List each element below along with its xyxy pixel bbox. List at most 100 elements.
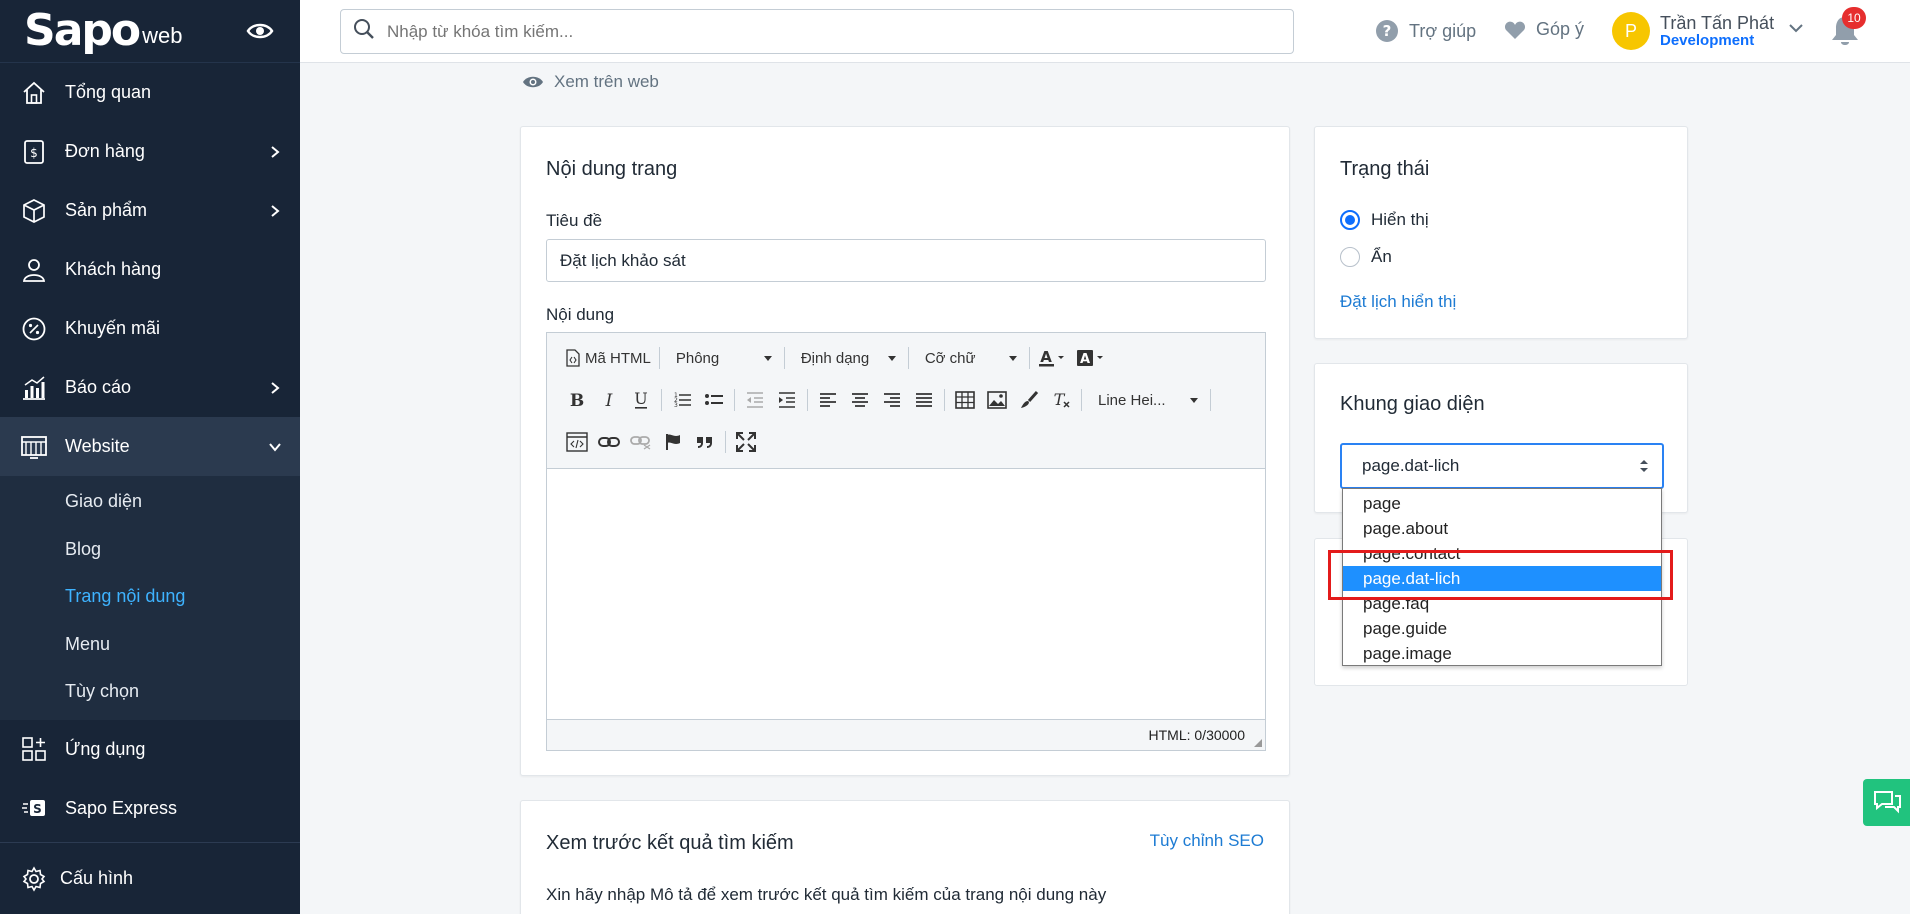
chat-icon (1873, 790, 1901, 813)
resize-handle[interactable] (1254, 739, 1262, 747)
sapo-logo[interactable]: Sapo (24, 9, 141, 53)
align-justify-button[interactable] (908, 385, 940, 415)
unlink-button[interactable] (625, 427, 657, 457)
align-left-icon (820, 393, 836, 407)
customize-seo-link[interactable]: Tùy chỉnh SEO (1150, 831, 1264, 851)
sidebar-sub-item-options[interactable]: Tùy chọn (0, 668, 300, 716)
toolbar-separator (1081, 389, 1082, 411)
content-card: Nội dung trang Tiêu đề Đặt lịch khảo sát… (520, 126, 1290, 776)
chevron-down-icon (1788, 20, 1804, 38)
sidebar-item-overview[interactable]: Tổng quan (0, 63, 300, 122)
background-color-button[interactable]: A (1072, 343, 1110, 373)
title-input[interactable]: Đặt lịch khảo sát (546, 239, 1266, 282)
sidebar-item-reports[interactable]: Báo cáo (0, 358, 300, 417)
radio-unchecked[interactable] (1340, 247, 1360, 267)
align-right-icon (884, 393, 900, 407)
italic-icon: I (605, 391, 613, 409)
anchor-button[interactable] (657, 427, 689, 457)
dropdown-option[interactable]: page.about (1343, 516, 1661, 541)
sidebar-item-products[interactable]: Sản phẩm (0, 181, 300, 240)
sidebar-item-website[interactable]: Website (0, 417, 300, 476)
insert-link-button[interactable] (593, 427, 625, 457)
search-box[interactable] (340, 9, 1294, 54)
source-code-button[interactable] (561, 427, 593, 457)
help-label: Trợ giúp (1409, 20, 1477, 41)
insert-table-button[interactable] (949, 385, 981, 415)
dropdown-option[interactable]: page (1343, 491, 1661, 516)
text-color-icon: A (1038, 348, 1064, 367)
sidebar-item-label: Ứng dụng (65, 738, 146, 759)
align-right-button[interactable] (876, 385, 908, 415)
eye-icon[interactable] (244, 19, 276, 43)
bold-icon: B (570, 391, 584, 409)
schedule-visibility-link[interactable]: Đặt lịch hiển thị (1340, 292, 1456, 312)
seo-preview-card: Xem trước kết quả tìm kiếm Tùy chỉnh SEO… (520, 800, 1290, 914)
blockquote-button[interactable] (689, 427, 721, 457)
avatar: P (1612, 12, 1650, 50)
logo-bar: Sapo web (0, 0, 300, 63)
bold-button[interactable]: B (561, 385, 593, 415)
line-height-dropdown-label: Line Hei... (1098, 391, 1166, 409)
search-icon (353, 18, 375, 45)
toolbar-separator (944, 389, 945, 411)
user-role: Development (1660, 31, 1755, 49)
help-link[interactable]: ? Trợ giúp (1375, 19, 1476, 43)
text-color-button[interactable]: A (1034, 343, 1072, 373)
caret-down-icon (887, 355, 896, 361)
sidebar-sub-item-pages[interactable]: Trang nội dung (0, 573, 300, 621)
svg-text:U: U (634, 390, 647, 408)
font-size-dropdown[interactable]: Cỡ chữ (913, 343, 1025, 373)
sidebar-item-customers[interactable]: Khách hàng (0, 240, 300, 299)
align-left-button[interactable] (812, 385, 844, 415)
sidebar-sub-item-themes[interactable]: Giao diện (0, 478, 300, 526)
chevron-down-icon (269, 442, 281, 452)
html-code-button[interactable]: Mã HTML (561, 343, 655, 373)
font-dropdown[interactable]: Phông (664, 343, 780, 373)
template-select[interactable]: page.dat-lich (1340, 443, 1664, 489)
ordered-list-button[interactable]: 123 (666, 385, 698, 415)
dropdown-option[interactable]: page.image (1343, 641, 1661, 666)
help-circle-icon: ? (1375, 19, 1399, 43)
sidebar-item-apps[interactable]: Ứng dụng (0, 720, 300, 779)
sidebar-item-settings[interactable]: Cấu hình (0, 842, 300, 914)
sidebar-sub-item-menu[interactable]: Menu (0, 621, 300, 669)
search-input[interactable] (387, 21, 1281, 42)
underline-button[interactable]: U (625, 385, 657, 415)
outdent-button[interactable] (739, 385, 771, 415)
insert-image-button[interactable] (981, 385, 1013, 415)
italic-button[interactable]: I (593, 385, 625, 415)
svg-text:A: A (1040, 348, 1052, 366)
view-on-web-link[interactable]: Xem trên web (522, 72, 659, 92)
chevron-right-icon (271, 145, 280, 158)
feedback-link[interactable]: Góp ý (1504, 19, 1584, 40)
fullscreen-button[interactable] (730, 427, 762, 457)
background-color-icon: A (1076, 350, 1103, 367)
sidebar-item-promotions[interactable]: Khuyến mãi (0, 299, 300, 358)
toolbar-row: B I U 123 T Line Hei... (561, 383, 1215, 417)
toolbar-separator (907, 347, 909, 369)
clear-format-button[interactable]: T (1045, 385, 1077, 415)
sidebar-sub-item-blog[interactable]: Blog (0, 526, 300, 574)
chevron-right-icon (271, 204, 280, 217)
svg-text:3: 3 (674, 402, 678, 409)
radio-checked[interactable] (1340, 210, 1360, 230)
sidebar-item-sapo-express[interactable]: S Sapo Express (0, 779, 300, 838)
html-file-icon (565, 349, 581, 367)
format-painter-button[interactable] (1013, 385, 1045, 415)
visibility-radio-hidden[interactable]: Ẩn (1340, 247, 1392, 267)
unordered-list-button[interactable] (698, 385, 730, 415)
format-dropdown[interactable]: Định dạng (789, 343, 904, 373)
user-info: Trần Tấn Phát Development (1660, 13, 1774, 49)
align-center-icon (852, 393, 868, 407)
align-center-button[interactable] (844, 385, 876, 415)
sidebar-item-label: Sản phẩm (65, 200, 148, 220)
user-menu[interactable]: P Trần Tấn Phát Development (1612, 12, 1804, 50)
visibility-radio-visible[interactable]: Hiển thị (1340, 210, 1429, 230)
line-height-dropdown[interactable]: Line Hei... (1086, 385, 1206, 415)
editor-content-area[interactable] (547, 469, 1265, 719)
sidebar-item-orders[interactable]: $ Đơn hàng (0, 122, 300, 181)
chat-button[interactable] (1863, 779, 1910, 826)
sidebar-item-label: Khuyến mãi (65, 318, 161, 338)
indent-button[interactable] (771, 385, 803, 415)
dropdown-option[interactable]: page.guide (1343, 616, 1661, 641)
